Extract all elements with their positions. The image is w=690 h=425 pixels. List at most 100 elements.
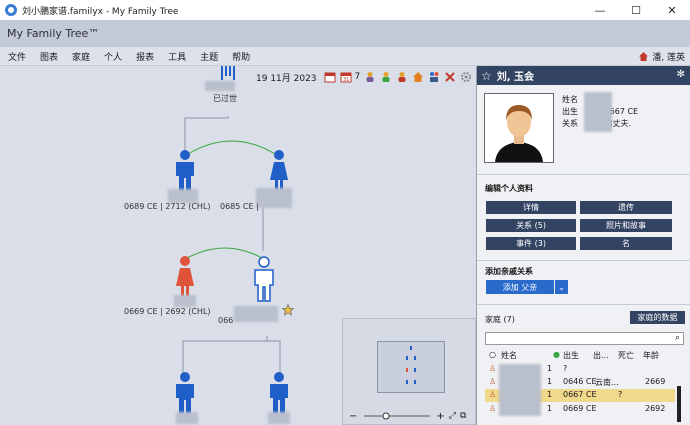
person-add-icon[interactable] <box>379 70 393 84</box>
name-button[interactable]: 名 <box>580 237 672 250</box>
tools-icon[interactable] <box>443 70 457 84</box>
zoom-in-button[interactable]: + <box>436 411 444 422</box>
home-icon[interactable] <box>411 70 425 84</box>
minimap-preview <box>406 346 416 384</box>
zoom-controls: − + ⤢ ⧉ <box>343 408 476 424</box>
person-panel: ☆ 刘, 玉会 ✻ 姓名 出生 0667 CE 关系 的丈夫. 编辑个人资料 详… <box>476 66 690 425</box>
home-person-name: 潘, 莲英 <box>652 53 685 63</box>
person-small-icon: ♙ <box>489 404 497 413</box>
app-logo-icon <box>5 4 17 16</box>
scrollbar[interactable] <box>677 386 681 422</box>
spouse-person-icon[interactable] <box>172 256 198 298</box>
tree-toolbar: 19 11月 2023 31 7 <box>256 70 475 84</box>
male-person-icon[interactable] <box>172 150 198 192</box>
home-person[interactable]: 潘, 莲英 <box>638 50 685 63</box>
menu-reports[interactable]: 报表 <box>136 50 154 63</box>
divider <box>477 304 690 305</box>
details-button[interactable]: 详情 <box>486 201 576 214</box>
biography-button[interactable]: 遗传 <box>580 201 672 214</box>
add-relative-dropdown[interactable]: ⌄ <box>555 280 568 294</box>
mother-dates: 0685 CE | <box>220 202 259 211</box>
close-button[interactable]: ✕ <box>654 0 690 20</box>
divider <box>477 260 690 261</box>
divider <box>477 174 690 175</box>
redacted-name <box>268 412 290 424</box>
col-age[interactable]: 年龄 <box>643 350 659 361</box>
col-death[interactable]: 死亡 <box>618 350 634 361</box>
family-data-button[interactable]: 家庭的数据 <box>630 311 685 324</box>
settings-icon[interactable] <box>459 70 473 84</box>
redacted-info <box>584 92 612 132</box>
person-photo[interactable] <box>484 93 554 163</box>
person-remove-icon[interactable] <box>395 70 409 84</box>
window-titlebar: 刘小鵬家谱.familyx - My Family Tree — ☐ ✕ <box>0 0 690 20</box>
panel-header: ☆ 刘, 玉会 ✻ <box>477 66 690 85</box>
redacted-name <box>176 412 198 424</box>
family-table-header: ○ 姓名 ● 出生 出... 死亡 年龄 <box>485 349 685 361</box>
female-person-icon[interactable] <box>266 150 292 192</box>
svg-text:31: 31 <box>343 77 349 83</box>
fit-icon[interactable]: ⤢ <box>449 411 456 421</box>
panel-person-name: 刘, 玉会 <box>496 72 535 83</box>
name-label: 姓名 <box>562 95 578 104</box>
family-icon[interactable] <box>427 70 441 84</box>
ancestor-status: 已过世 <box>213 94 237 103</box>
menu-charts[interactable]: 图表 <box>40 50 58 63</box>
star-icon[interactable] <box>282 304 294 316</box>
selected-person-icon[interactable] <box>250 256 278 302</box>
menu-tools[interactable]: 工具 <box>168 50 186 63</box>
add-father-button[interactable]: 添加 父亲 <box>486 280 554 294</box>
gear-icon[interactable]: ✻ <box>677 69 685 80</box>
sort-icon[interactable]: ○ <box>489 350 496 359</box>
person-small-icon: ♙ <box>489 364 497 373</box>
generations-count[interactable]: 7 <box>355 72 361 82</box>
relations-button[interactable]: 关系 (5) <box>486 219 576 232</box>
calendar-month-icon[interactable]: 31 <box>339 70 353 84</box>
edit-profile-title: 编辑个人资料 <box>485 184 533 193</box>
photos-stories-button[interactable]: 照片和故事 <box>580 219 672 232</box>
person-small-icon: ♙ <box>489 377 497 386</box>
minimap[interactable]: − + ⤢ ⧉ <box>342 318 476 425</box>
selected-dates: 066 <box>218 316 234 325</box>
redacted-name <box>256 188 292 208</box>
child-male-icon[interactable] <box>266 372 292 414</box>
zoom-slider[interactable] <box>362 411 432 421</box>
menu-person[interactable]: 个人 <box>104 50 122 63</box>
maximize-button[interactable]: ☐ <box>618 0 654 20</box>
expand-icon[interactable]: ⧉ <box>460 411 466 421</box>
tree-canvas[interactable]: 19 11月 2023 31 7 已过世 0689 CE | 2712 (CHL… <box>0 66 476 425</box>
menu-file[interactable]: 文件 <box>8 50 26 63</box>
birth-label: 出生 <box>562 107 578 116</box>
menu-help[interactable]: 帮助 <box>232 50 250 63</box>
add-relative-title: 添加亲戚关系 <box>485 267 533 276</box>
col-birth[interactable]: 出生 <box>563 350 579 361</box>
menu-bar: 文件 图表 家庭 个人 报表 工具 主题 帮助 潘, 莲英 <box>0 47 690 66</box>
avatar-icon <box>495 105 543 162</box>
minimap-viewport[interactable] <box>377 341 445 393</box>
star-outline-icon[interactable]: ☆ <box>481 69 492 83</box>
child-male-icon[interactable] <box>172 372 198 414</box>
app-bar: My Family Tree™ <box>0 20 690 47</box>
ancestor-person-icon[interactable] <box>216 66 240 82</box>
people-icon[interactable] <box>363 70 377 84</box>
redacted-name <box>205 81 235 91</box>
col-name[interactable]: 姓名 <box>501 350 517 361</box>
col-birthplace[interactable]: 出... <box>593 350 609 361</box>
events-button[interactable]: 事件 (3) <box>486 237 576 250</box>
person-small-icon: ♙ <box>489 390 497 399</box>
app-brand: My Family Tree™ <box>7 27 100 40</box>
calendar-icon[interactable] <box>323 70 337 84</box>
menu-theme[interactable]: 主题 <box>200 50 218 63</box>
redacted-name <box>234 306 278 322</box>
birth-marker-icon: ● <box>553 350 560 359</box>
current-date: 19 11月 2023 <box>256 73 317 84</box>
minimize-button[interactable]: — <box>582 0 618 20</box>
family-search-input[interactable]: ⌕ <box>485 332 684 345</box>
home-icon <box>639 52 649 61</box>
menu-family[interactable]: 家庭 <box>72 50 90 63</box>
chevron-down-icon: ⌄ <box>558 282 565 292</box>
relation-label: 关系 <box>562 119 578 128</box>
zoom-out-button[interactable]: − <box>349 411 357 422</box>
redacted-name <box>174 295 196 307</box>
window-title: 刘小鵬家谱.familyx - My Family Tree <box>22 6 179 17</box>
